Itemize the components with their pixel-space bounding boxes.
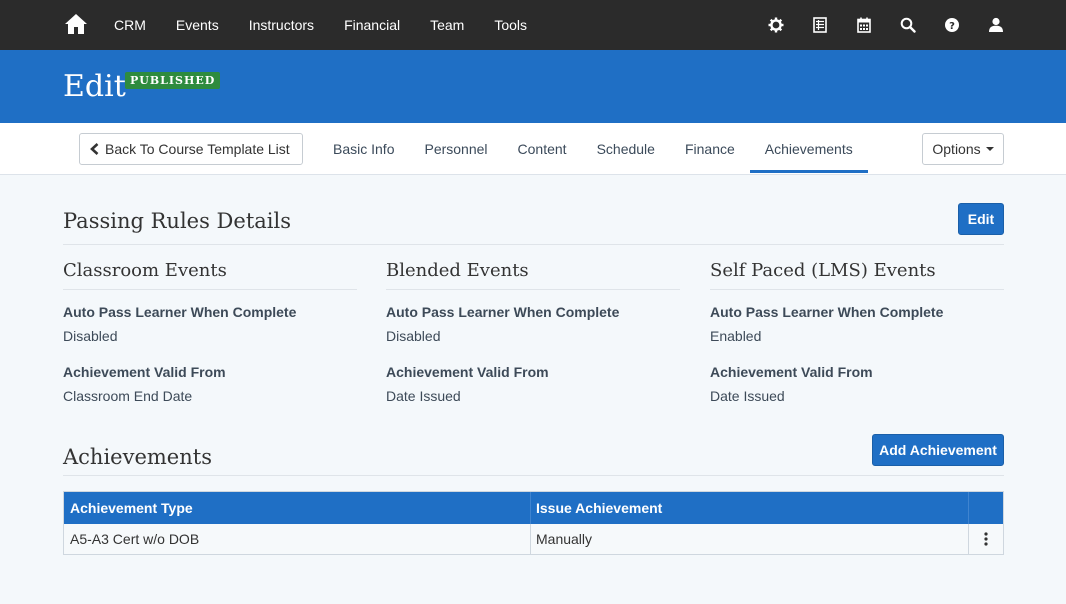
- help-icon[interactable]: ?: [940, 13, 964, 37]
- column-header-achievement-type[interactable]: Achievement Type: [64, 492, 531, 524]
- column-divider: [710, 289, 1004, 290]
- nav-item-tools[interactable]: Tools: [494, 17, 527, 33]
- chevron-left-icon: [90, 143, 99, 155]
- options-label: Options: [932, 141, 981, 157]
- nav-icon-group: ?: [764, 13, 1008, 37]
- back-to-list-button[interactable]: Back To Course Template List: [79, 133, 303, 165]
- nav-item-events[interactable]: Events: [176, 17, 219, 33]
- self-paced-valid-from-value: Date Issued: [710, 388, 785, 404]
- section-divider: [63, 244, 1004, 245]
- nav-item-team[interactable]: Team: [430, 17, 464, 33]
- caret-down-icon: [985, 147, 994, 151]
- blended-auto-pass-label: Auto Pass Learner When Complete: [386, 304, 620, 320]
- achievements-heading: Achievements: [63, 445, 212, 469]
- passing-rules-heading: Passing Rules Details: [63, 209, 291, 233]
- classroom-auto-pass-label: Auto Pass Learner When Complete: [63, 304, 297, 320]
- home-icon[interactable]: [64, 12, 88, 36]
- user-icon[interactable]: [984, 13, 1008, 37]
- blended-events-heading: Blended Events: [386, 260, 529, 281]
- add-achievement-button[interactable]: Add Achievement: [872, 434, 1004, 466]
- cell-achievement-type: A5-A3 Cert w/o DOB: [64, 524, 531, 554]
- calendar-icon[interactable]: [852, 13, 876, 37]
- section-divider: [63, 475, 1004, 476]
- nav-item-financial[interactable]: Financial: [344, 17, 400, 33]
- row-actions-cell: [969, 524, 1003, 554]
- section-tabs: Basic Info Personnel Content Schedule Fi…: [318, 123, 868, 175]
- svg-text:?: ?: [949, 21, 955, 32]
- classroom-valid-from-value: Classroom End Date: [63, 388, 193, 404]
- options-dropdown-button[interactable]: Options: [922, 133, 1004, 165]
- achievements-table: Achievement Type Issue Achievement A5-A3…: [63, 491, 1004, 555]
- column-divider: [386, 289, 680, 290]
- column-header-issue-achievement[interactable]: Issue Achievement: [531, 492, 969, 524]
- blended-auto-pass-value: Disabled: [386, 328, 441, 344]
- tab-content[interactable]: Content: [503, 123, 582, 175]
- column-header-actions: [969, 492, 1003, 524]
- self-paced-auto-pass-label: Auto Pass Learner When Complete: [710, 304, 944, 320]
- edit-passing-rules-button[interactable]: Edit: [958, 203, 1004, 235]
- self-paced-auto-pass-value: Enabled: [710, 328, 762, 344]
- self-paced-events-heading: Self Paced (LMS) Events: [710, 260, 936, 281]
- table-header: Achievement Type Issue Achievement: [64, 492, 1003, 524]
- blended-valid-from-label: Achievement Valid From: [386, 364, 549, 380]
- nav-item-instructors[interactable]: Instructors: [249, 17, 314, 33]
- column-divider: [63, 289, 357, 290]
- gear-icon[interactable]: [764, 13, 788, 37]
- cell-issue-achievement: Manually: [531, 524, 969, 554]
- search-icon[interactable]: [896, 13, 920, 37]
- back-button-label: Back To Course Template List: [105, 141, 290, 157]
- classroom-events-heading: Classroom Events: [63, 260, 227, 281]
- status-badge: PUBLISHED: [125, 72, 221, 89]
- self-paced-valid-from-label: Achievement Valid From: [710, 364, 873, 380]
- page-title: Edit: [63, 69, 126, 104]
- kebab-menu-icon[interactable]: [976, 529, 996, 549]
- tab-achievements[interactable]: Achievements: [749, 123, 868, 175]
- nav-item-crm[interactable]: CRM: [114, 17, 146, 33]
- page-header: Edit PUBLISHED: [0, 50, 1066, 123]
- top-navbar: CRM Events Instructors Financial Team To…: [0, 0, 1066, 50]
- classroom-auto-pass-value: Disabled: [63, 328, 118, 344]
- tab-personnel[interactable]: Personnel: [409, 123, 502, 175]
- tab-schedule[interactable]: Schedule: [582, 123, 670, 175]
- classroom-valid-from-label: Achievement Valid From: [63, 364, 226, 380]
- table-row[interactable]: A5-A3 Cert w/o DOB Manually: [64, 524, 1003, 554]
- main-menu: CRM Events Instructors Financial Team To…: [114, 0, 557, 50]
- blended-valid-from-value: Date Issued: [386, 388, 461, 404]
- tab-finance[interactable]: Finance: [670, 123, 750, 175]
- tab-bar: Back To Course Template List Basic Info …: [0, 123, 1066, 175]
- spreadsheet-icon[interactable]: [808, 13, 832, 37]
- tab-basic-info[interactable]: Basic Info: [318, 123, 409, 175]
